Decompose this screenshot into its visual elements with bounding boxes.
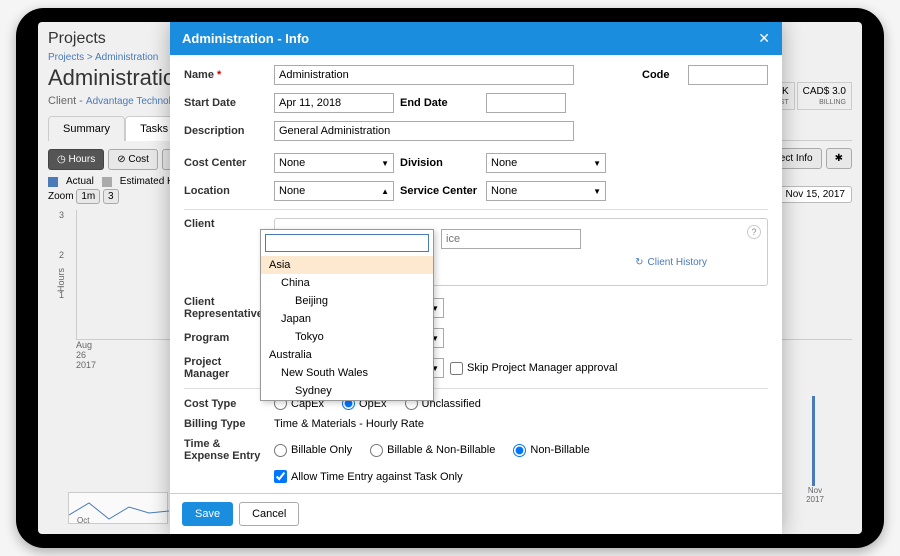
dropdown-search-input[interactable] <box>265 234 429 252</box>
help-icon[interactable]: ? <box>747 225 761 239</box>
save-button[interactable]: Save <box>182 502 233 526</box>
mini-chart[interactable]: Oct <box>68 492 168 524</box>
end-date-picker[interactable]: Nov 15, 2017 <box>779 186 853 203</box>
chevron-down-icon: ▼ <box>593 187 601 196</box>
screen: Projects Projects > Administration Admin… <box>38 22 862 534</box>
divider <box>184 209 768 210</box>
zoom-3m[interactable]: 3 <box>103 189 119 204</box>
cost-center-label: Cost Center <box>184 157 268 169</box>
gear-icon: ✱ <box>835 153 843 164</box>
modal-footer: Save Cancel <box>170 493 782 534</box>
cost-button[interactable]: ⊘ Cost <box>108 149 158 170</box>
currency-icon: ⊘ <box>117 154 125 165</box>
both-radio[interactable]: Billable & Non-Billable <box>370 444 495 457</box>
close-icon[interactable]: ✕ <box>758 30 770 47</box>
skip-pm-checkbox[interactable]: Skip Project Manager approval <box>450 362 617 375</box>
dd-item-australia[interactable]: Australia <box>261 346 433 364</box>
tab-summary[interactable]: Summary <box>48 116 125 141</box>
modal-header: Administration - Info ✕ <box>170 22 782 55</box>
start-date-label: Start Date <box>184 97 268 109</box>
clock-icon: ◷ <box>57 154 66 165</box>
modal-body: Name * Code Start Date End Date Descript… <box>170 55 782 493</box>
dd-item-sydney[interactable]: Sydney <box>261 382 433 400</box>
cost-type-label: Cost Type <box>184 398 268 410</box>
service-center-select[interactable]: None▼ <box>486 181 606 201</box>
dd-item-beijing[interactable]: Beijing <box>261 292 433 310</box>
dd-item-nsw[interactable]: New South Wales <box>261 364 433 382</box>
dd-item-japan[interactable]: Japan <box>261 310 433 328</box>
dropdown-list[interactable]: Asia China Beijing Japan Tokyo Australia… <box>261 256 433 400</box>
location-select[interactable]: None▲ <box>274 181 394 201</box>
zoom-1m[interactable]: 1m <box>76 189 100 204</box>
modal-title: Administration - Info <box>182 31 309 46</box>
stat-billing: CAD$ 3.0BILLING <box>797 82 852 110</box>
cancel-button[interactable]: Cancel <box>239 502 299 526</box>
legend-actual: Actual <box>66 176 94 187</box>
legend-est-swatch <box>102 177 112 187</box>
client-label: Client - <box>48 95 86 107</box>
cost-center-select[interactable]: None▼ <box>274 153 394 173</box>
nonbill-radio[interactable]: Non-Billable <box>513 444 589 457</box>
division-label: Division <box>400 157 480 169</box>
service-center-label: Service Center <box>400 185 480 197</box>
description-label: Description <box>184 125 268 137</box>
client-search-input[interactable] <box>441 229 581 249</box>
time-expense-label: Time & Expense Entry <box>184 438 268 462</box>
pm-label: Project Manager <box>184 356 268 380</box>
history-icon: ↻ <box>635 257 643 268</box>
y-axis-label: Hours <box>56 267 66 291</box>
settings-button[interactable]: ✱ <box>826 148 852 169</box>
time-entry-radio: Billable Only Billable & Non-Billable No… <box>274 444 590 457</box>
allow-time-checkbox[interactable]: Allow Time Entry against Task Only <box>274 470 768 483</box>
billing-type-label: Billing Type <box>184 418 268 430</box>
program-label: Program <box>184 332 268 344</box>
code-label: Code <box>642 69 682 81</box>
end-date-input[interactable] <box>486 93 566 113</box>
dd-item-china[interactable]: China <box>261 274 433 292</box>
location-label: Location <box>184 185 268 197</box>
division-select[interactable]: None▼ <box>486 153 606 173</box>
client-history-link[interactable]: ↻ Client History <box>635 257 707 268</box>
name-label: Name * <box>184 69 268 81</box>
location-dropdown: Asia China Beijing Japan Tokyo Australia… <box>260 229 434 401</box>
chevron-down-icon: ▼ <box>593 159 601 168</box>
billable-radio[interactable]: Billable Only <box>274 444 352 457</box>
description-input[interactable] <box>274 121 574 141</box>
hours-button[interactable]: ◷ Hours <box>48 149 104 170</box>
code-input[interactable] <box>688 65 768 85</box>
chevron-down-icon: ▼ <box>381 159 389 168</box>
client-rep-label: Client Representative <box>184 296 268 320</box>
end-date-label: End Date <box>400 97 480 109</box>
legend-actual-swatch <box>48 177 58 187</box>
client-label: Client <box>184 218 268 230</box>
chevron-up-icon: ▲ <box>381 187 389 196</box>
billing-type-value: Time & Materials - Hourly Rate <box>274 418 424 430</box>
tablet-frame: Projects Projects > Administration Admin… <box>16 8 884 548</box>
start-date-input[interactable] <box>274 93 394 113</box>
name-input[interactable] <box>274 65 574 85</box>
admin-info-modal: Administration - Info ✕ Name * Code Star… <box>170 22 782 534</box>
dd-item-asia[interactable]: Asia <box>261 256 433 274</box>
dd-item-tokyo[interactable]: Tokyo <box>261 328 433 346</box>
